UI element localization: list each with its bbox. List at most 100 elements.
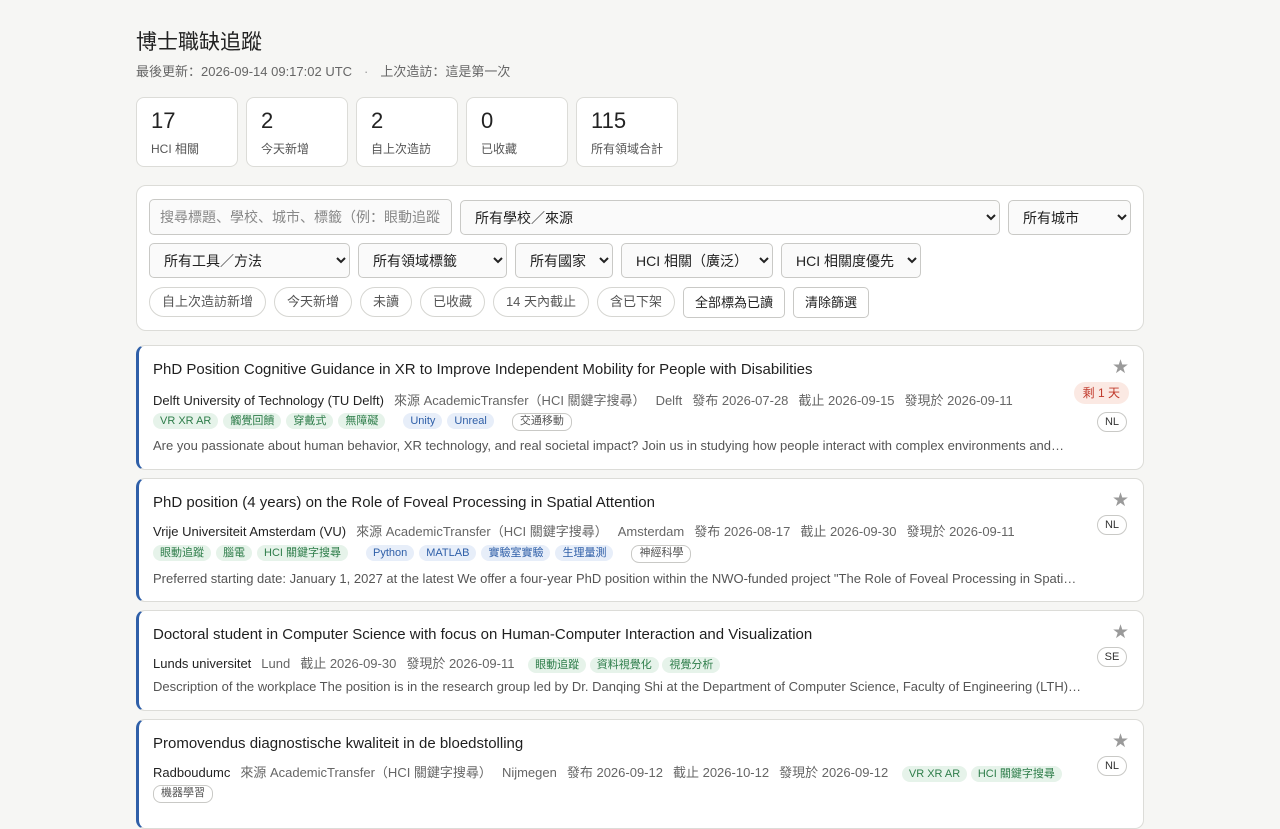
job-posted: 發布 2026-08-17	[694, 524, 791, 539]
job-meta: Lunds universitet Lund 截止 2026-09-30 發現於 20…	[153, 653, 721, 673]
tag: Unity	[403, 413, 443, 429]
job-tags: 眼動追蹤 腦電 HCI 關鍵字搜尋 Python MATLAB 實驗室實驗 生理…	[153, 545, 692, 563]
job-title[interactable]: PhD Position Cognitive Guidance in XR to…	[153, 361, 813, 378]
country-badge: NL	[1097, 515, 1127, 535]
tag: VR XR AR	[153, 413, 219, 429]
job-description: Preferred starting date: January 1, 2027…	[153, 571, 1083, 586]
mark-all-read-button[interactable]: 全部標為已讀	[683, 287, 785, 318]
update-info: 最後更新：2026-09-14 09:17:02 UTC · 上次造訪：這是第一次	[136, 61, 510, 80]
job-tags: 機器學習	[153, 785, 213, 803]
chip-unread[interactable]: 未讀	[360, 287, 412, 317]
stat-saved: 0 已收藏	[466, 97, 568, 167]
job-title[interactable]: Promovendus diagnostische kwaliteit in d…	[153, 735, 523, 752]
job-description: Description of the workplace The positio…	[153, 679, 1083, 694]
job-deadline: 截止 2026-09-15	[798, 393, 895, 408]
job-city: Lund	[261, 656, 291, 671]
chip-include-removed[interactable]: 含已下架	[597, 287, 675, 317]
job-posted: 發布 2026-07-28	[692, 393, 789, 408]
stat-label: 自上次造訪	[371, 142, 432, 156]
stat-since-last-visit: 2 自上次造訪	[356, 97, 458, 167]
stat-label: 今天新增	[261, 142, 310, 156]
job-meta: Radboudumc 來源 AcademicTransfer（HCI 關鍵字搜尋）…	[153, 762, 1062, 782]
tag: 無障礙	[338, 413, 386, 429]
stat-label: 已收藏	[481, 142, 518, 156]
job-meta: Vrije Universiteit Amsterdam (VU) 來源 Acad…	[153, 521, 1025, 540]
job-city: Delft	[655, 393, 683, 408]
job-source: 來源 AcademicTransfer（HCI 關鍵字搜尋）	[356, 524, 608, 539]
job-source: 來源 AcademicTransfer（HCI 關鍵字搜尋）	[393, 393, 646, 408]
page-title: 博士職缺追蹤	[136, 31, 262, 54]
job-deadline: 截止 2026-10-12	[672, 765, 770, 780]
tag: 穿戴式	[286, 413, 334, 429]
country-select[interactable]: 所有國家	[515, 243, 613, 278]
last-visit-text: 上次造訪：這是第一次	[380, 64, 511, 79]
job-title[interactable]: PhD position (4 years) on the Role of Fo…	[153, 494, 655, 511]
tag: 眼動追蹤	[528, 657, 587, 673]
stat-hci: 17 HCI 相關	[136, 97, 238, 167]
tag: 機器學習	[153, 785, 213, 803]
sort-select[interactable]: HCI 相關度優先	[781, 243, 921, 278]
tag: 交通移動	[511, 413, 572, 431]
search-input[interactable]	[149, 199, 452, 235]
tag: MATLAB	[419, 545, 477, 561]
field-select[interactable]: 所有領域標籤	[358, 243, 507, 278]
stat-value: 17	[151, 108, 176, 133]
job-found: 發現於 2026-09-12	[779, 765, 889, 780]
chip-since-last-visit[interactable]: 自上次造訪新增	[149, 287, 266, 317]
tag: 觸覺回饋	[223, 413, 282, 429]
job-city: Amsterdam	[617, 524, 685, 539]
tag: Python	[366, 545, 415, 561]
job-posted: 發布 2026-09-12	[566, 765, 663, 780]
tag: 資料視覺化	[589, 657, 659, 673]
separator: ·	[364, 64, 369, 79]
tag: Unreal	[447, 413, 494, 429]
job-description: Are you passionate about human behavior,…	[153, 438, 1065, 453]
chip-today[interactable]: 今天新增	[274, 287, 352, 317]
tools-select[interactable]: 所有工具／方法	[149, 243, 350, 278]
job-card[interactable]: PhD Position Cognitive Guidance in XR to…	[136, 345, 1144, 470]
job-city: Nijmegen	[501, 765, 557, 780]
job-org: Lunds universitet	[153, 656, 252, 671]
tag: VR XR AR	[901, 766, 968, 782]
job-found: 發現於 2026-09-11	[406, 656, 515, 671]
stat-value: 115	[591, 108, 627, 133]
last-updated-text: 最後更新：2026-09-14 09:17:02 UTC	[136, 64, 353, 79]
star-icon[interactable]: ★	[1112, 732, 1129, 751]
chip-saved[interactable]: 已收藏	[420, 287, 485, 317]
tag: HCI 關鍵字搜尋	[970, 766, 1062, 782]
star-icon[interactable]: ★	[1112, 491, 1129, 510]
clear-filters-button[interactable]: 清除篩選	[793, 287, 869, 318]
tag: 神經科學	[631, 545, 692, 563]
star-icon[interactable]: ★	[1112, 623, 1129, 642]
stat-all-fields: 115 所有領域合計	[576, 97, 678, 167]
stat-label: 所有領域合計	[591, 142, 664, 156]
country-badge: SE	[1097, 647, 1127, 667]
job-source: 來源 AcademicTransfer（HCI 關鍵字搜尋）	[240, 765, 492, 780]
job-deadline: 截止 2026-09-30	[800, 524, 897, 539]
star-icon[interactable]: ★	[1112, 358, 1129, 377]
job-card[interactable]: Promovendus diagnostische kwaliteit in d…	[136, 719, 1144, 829]
job-card[interactable]: Doctoral student in Computer Science wit…	[136, 610, 1144, 711]
job-found: 發現於 2026-09-11	[906, 524, 1015, 539]
stat-today: 2 今天新增	[246, 97, 348, 167]
school-select[interactable]: 所有學校／來源	[460, 200, 1000, 235]
job-meta: Delft University of Technology (TU Delft…	[153, 390, 1023, 409]
stat-label: HCI 相關	[151, 142, 200, 156]
job-org: Vrije Universiteit Amsterdam (VU)	[153, 524, 347, 539]
hci-relevance-select[interactable]: HCI 相關（廣泛）	[621, 243, 773, 278]
job-found: 發現於 2026-09-11	[904, 393, 1013, 408]
filter-panel: 所有學校／來源 所有城市 所有工具／方法 所有領域標籤 所有國家 HCI 相關（…	[136, 185, 1144, 331]
job-title[interactable]: Doctoral student in Computer Science wit…	[153, 626, 812, 643]
stat-value: 0	[481, 108, 494, 133]
city-select[interactable]: 所有城市	[1008, 200, 1131, 235]
job-org: Delft University of Technology (TU Delft…	[153, 393, 384, 408]
tag: 腦電	[216, 545, 252, 561]
tag: HCI 關鍵字搜尋	[257, 545, 348, 561]
tag: 眼動追蹤	[153, 545, 211, 561]
stat-value: 2	[371, 108, 384, 133]
job-tags: VR XR AR 觸覺回饋 穿戴式 無障礙 Unity Unreal 交通移動	[153, 413, 572, 431]
chip-deadline-14-days[interactable]: 14 天內截止	[493, 287, 589, 317]
job-card[interactable]: PhD position (4 years) on the Role of Fo…	[136, 478, 1144, 602]
country-badge: NL	[1097, 756, 1127, 776]
tag: 視覺分析	[662, 657, 721, 673]
